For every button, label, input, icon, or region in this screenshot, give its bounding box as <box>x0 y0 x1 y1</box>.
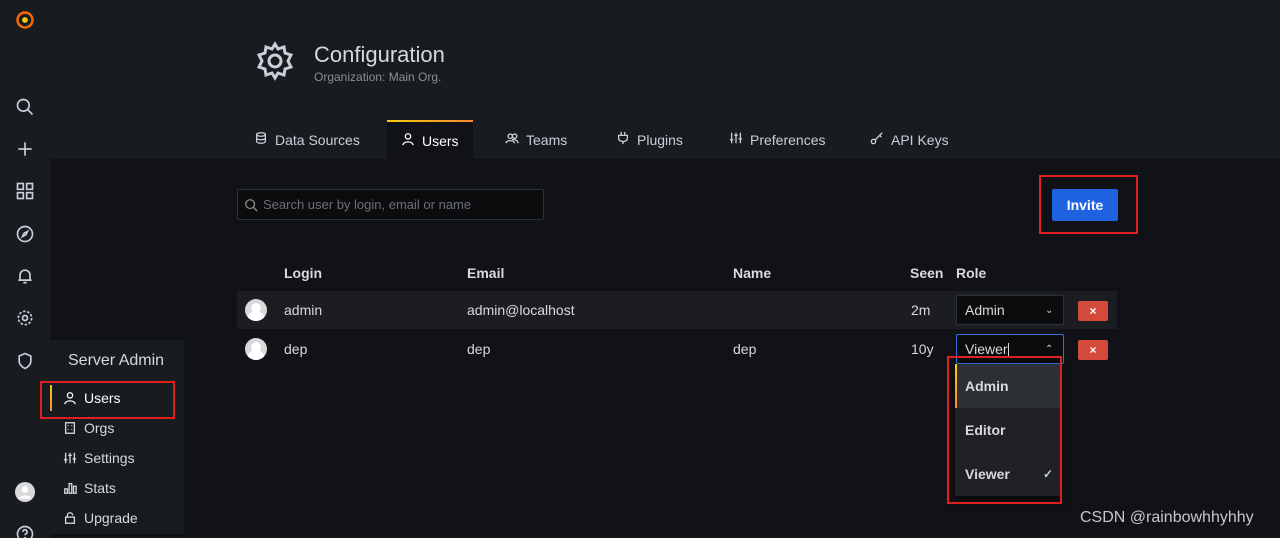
tab-teams[interactable]: Teams <box>505 120 567 159</box>
user-login[interactable]: admin <box>284 302 322 318</box>
menu-item-label: Stats <box>84 480 116 496</box>
tab-label: Preferences <box>750 131 826 148</box>
key-icon <box>870 131 884 148</box>
tab-label: Users <box>422 132 459 149</box>
search-box <box>237 189 544 220</box>
lock-icon <box>62 510 78 526</box>
plus-icon[interactable] <box>7 131 43 167</box>
menu-item-upgrade[interactable]: Upgrade <box>50 503 184 533</box>
role-select-value: Viewer <box>965 341 1008 357</box>
role-select[interactable]: Admin ⌄ <box>956 295 1064 325</box>
menu-item-stats[interactable]: Stats <box>50 473 184 503</box>
search-input[interactable] <box>263 197 533 212</box>
user-icon <box>401 132 415 149</box>
highlight-box-invite <box>1039 175 1138 234</box>
menu-item-label: Orgs <box>84 420 115 436</box>
tab-api-keys[interactable]: API Keys <box>870 120 949 159</box>
gear-icon <box>254 40 296 82</box>
chevron-up-icon: ⌃ <box>1045 344 1054 355</box>
highlight-box-users <box>40 381 175 419</box>
user-login[interactable]: dep <box>284 341 307 357</box>
page-subtitle: Organization: Main Org. <box>314 70 442 84</box>
tab-plugins[interactable]: Plugins <box>616 120 683 159</box>
menu-item-label: Upgrade <box>84 510 138 526</box>
role-select-value: Admin <box>965 302 1005 318</box>
sliders-icon <box>729 131 743 148</box>
bar-chart-icon <box>62 480 78 496</box>
column-header-email: Email <box>467 265 505 281</box>
column-header-name: Name <box>733 265 772 281</box>
tab-label: Plugins <box>637 131 683 148</box>
chevron-down-icon: ⌄ <box>1045 305 1054 316</box>
building-icon <box>62 420 78 436</box>
watermark: CSDN @rainbowhhyhhy <box>1080 509 1254 526</box>
menu-item-settings[interactable]: Settings <box>50 443 184 473</box>
column-header-seen: Seen <box>910 265 944 281</box>
column-header-login: Login <box>284 265 323 281</box>
tab-label: Teams <box>526 131 568 148</box>
tab-label: API Keys <box>891 131 949 148</box>
server-admin-menu: Server Admin Users Orgs Settings Stats U… <box>50 340 184 534</box>
user-avatar[interactable] <box>7 474 43 510</box>
delete-user-button[interactable]: × <box>1078 340 1108 360</box>
search-icon <box>245 198 258 212</box>
user-seen: 10y <box>911 341 934 357</box>
users-icon <box>505 131 519 148</box>
search-icon[interactable] <box>7 89 43 125</box>
side-menu <box>0 0 50 538</box>
user-email[interactable]: admin@localhost <box>467 302 575 318</box>
grafana-logo-icon[interactable] <box>7 2 43 38</box>
highlight-box-role-dropdown <box>947 356 1062 504</box>
shield-icon[interactable] <box>7 343 43 379</box>
sliders-icon <box>62 450 78 466</box>
user-email[interactable]: dep <box>467 341 490 357</box>
tab-label: Data Sources <box>275 131 360 148</box>
tab-preferences[interactable]: Preferences <box>729 120 825 159</box>
tab-data-sources[interactable]: Data Sources <box>254 120 360 159</box>
server-admin-title[interactable]: Server Admin <box>68 352 164 370</box>
alerting-icon[interactable] <box>7 258 43 294</box>
help-icon[interactable] <box>7 516 43 538</box>
database-icon <box>254 131 268 148</box>
user-name[interactable]: dep <box>733 341 756 357</box>
dashboards-icon[interactable] <box>7 173 43 209</box>
avatar <box>245 338 267 360</box>
page-title: Configuration <box>314 42 445 67</box>
table-row: admin admin@localhost 2m Admin ⌄ × <box>237 291 1117 329</box>
explore-icon[interactable] <box>7 216 43 252</box>
column-header-role: Role <box>956 265 987 281</box>
delete-user-button[interactable]: × <box>1078 301 1108 321</box>
plug-icon <box>616 131 630 148</box>
avatar <box>245 299 267 321</box>
menu-item-label: Settings <box>84 450 135 466</box>
user-seen: 2m <box>911 302 931 318</box>
tab-users[interactable]: Users <box>387 120 473 159</box>
gear-icon[interactable] <box>7 300 43 336</box>
